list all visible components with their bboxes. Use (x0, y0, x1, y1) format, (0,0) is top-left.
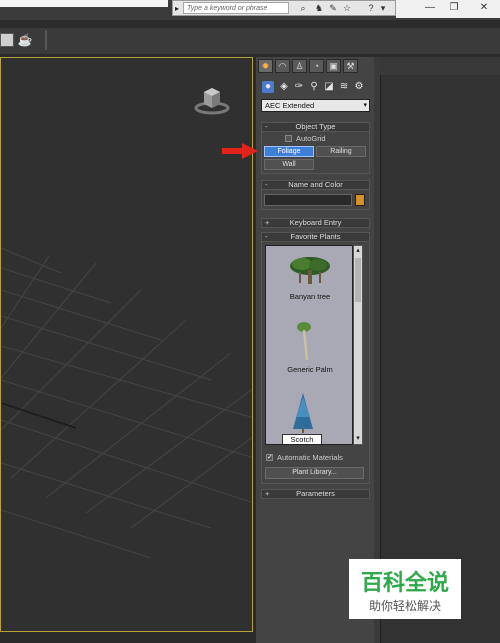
autogrid-label: AutoGrid (296, 134, 326, 143)
modify-arc-icon: ◠ (278, 61, 287, 71)
plant-list-scrollbar[interactable]: ▴ ▾ (353, 245, 363, 445)
favorites-star-icon[interactable]: ☆ (341, 2, 353, 14)
wall-button[interactable]: Wall (264, 159, 314, 170)
favorite-plants-rollout-header[interactable]: - Favorite Plants (261, 232, 370, 242)
geometry-sphere-icon[interactable]: ● (262, 81, 274, 93)
name-color-title: Name and Color (288, 180, 343, 189)
rollout-collapse-sign: - (265, 122, 268, 131)
name-color-rollout-header[interactable]: - Name and Color (261, 180, 370, 190)
subscription-icon[interactable]: ♞ (313, 2, 325, 14)
close-button[interactable]: ✕ (474, 1, 494, 15)
render-teapot-icon[interactable]: ☕ (16, 32, 34, 48)
pine-tree-icon (293, 393, 313, 433)
tab-modify[interactable]: ◠ (275, 59, 290, 73)
keyboard-entry-title: Keyboard Entry (289, 218, 342, 227)
minimize-button[interactable]: — (420, 1, 440, 15)
list-item[interactable]: Scotch Pine (266, 391, 352, 444)
search-input[interactable]: Type a keyword or phrase (183, 2, 289, 14)
watermark-subtitle: 助你轻松解决 (368, 599, 441, 613)
space-warps-icon[interactable]: ≋ (338, 81, 350, 93)
infocenter-toolbar: ▸ Type a keyword or phrase ⌕ ♞ ✎ ☆ ? ▾ (172, 0, 396, 16)
side-panel-header (380, 57, 500, 75)
plant-library-button[interactable]: Plant Library... (265, 467, 364, 479)
motion-clock-icon: ◔ (313, 61, 320, 71)
help-icon[interactable]: ? (365, 2, 377, 14)
watermark-logo: 百科全说 助你轻松解决 (349, 559, 461, 619)
cameras-icon[interactable]: ⚲ (308, 81, 320, 93)
display-monitor-icon: ▣ (329, 61, 338, 71)
autogrid-checkbox[interactable] (285, 135, 292, 142)
restore-button[interactable]: ❐ (444, 1, 464, 15)
railing-button[interactable]: Railing (316, 146, 366, 157)
plant-label: Generic Palm (287, 365, 333, 374)
viewport-grid (1, 247, 252, 559)
helpers-icon[interactable]: ◪ (323, 81, 335, 93)
create-sun-icon: ✹ (261, 61, 270, 71)
object-type-rollout-header[interactable]: - Object Type (261, 122, 370, 132)
rollout-expand-sign: + (265, 489, 270, 498)
plant-label-selected: Scotch Pine (282, 434, 322, 444)
shapes-icon[interactable]: ◈ (278, 81, 290, 93)
communication-center-icon[interactable]: ✎ (327, 2, 339, 14)
rollout-expand-sign: + (265, 218, 270, 227)
systems-icon[interactable]: ⚙ (353, 81, 365, 93)
plant-label: Banyan tree (289, 292, 331, 301)
chevron-down-icon: ▾ (363, 102, 367, 109)
binoculars-icon[interactable]: ⌕ (297, 2, 309, 14)
tab-utilities[interactable]: ⚒ (343, 59, 358, 73)
toolbar-separator (45, 30, 47, 50)
hierarchy-icon: ♙ (295, 61, 304, 71)
tab-display[interactable]: ▣ (326, 59, 341, 73)
banyan-tree-icon (290, 257, 330, 284)
list-item[interactable]: Generic Palm (266, 318, 352, 374)
watermark-title: 百科全说 (360, 570, 449, 595)
parameters-rollout-header[interactable]: + Parameters (261, 489, 370, 499)
parameters-title: Parameters (296, 489, 335, 498)
object-name-field[interactable] (264, 194, 352, 206)
window-controls: — ❐ ✕ (396, 0, 500, 18)
automatic-materials-checkbox[interactable]: ✓ (266, 454, 273, 461)
lights-icon[interactable]: ✑ (293, 81, 305, 93)
expand-arrow-icon[interactable]: ▸ (175, 3, 183, 14)
utilities-hammer-icon: ⚒ (346, 61, 355, 71)
tab-hierarchy[interactable]: ♙ (292, 59, 307, 73)
palm-tree-icon (297, 322, 311, 361)
favorite-plants-title: Favorite Plants (290, 232, 341, 241)
scroll-up-arrow-icon[interactable]: ▴ (354, 246, 362, 256)
render-frame-icon[interactable] (0, 33, 14, 47)
side-panel (380, 75, 500, 643)
object-type-title: Object Type (295, 122, 336, 131)
viewcube-icon[interactable] (192, 78, 232, 118)
plant-list[interactable]: Banyan tree Generic Palm Scotch Pine (265, 245, 353, 445)
main-toolbar (0, 28, 500, 55)
list-item[interactable]: Banyan tree (266, 252, 352, 302)
scroll-thumb[interactable] (355, 258, 361, 302)
perspective-viewport[interactable] (0, 57, 253, 632)
object-color-swatch[interactable] (355, 194, 365, 206)
help-dropdown-icon[interactable]: ▾ (377, 2, 389, 14)
keyboard-entry-rollout-header[interactable]: + Keyboard Entry (261, 218, 370, 228)
red-pointer-arrow-icon (222, 143, 258, 159)
tab-create[interactable]: ✹ (258, 59, 273, 73)
foliage-button[interactable]: Foliage (264, 146, 314, 157)
tab-motion[interactable]: ◔ (309, 59, 324, 73)
category-dropdown-value: AEC Extended (265, 101, 315, 110)
rollout-collapse-sign: - (265, 232, 268, 241)
title-bar-left (0, 0, 168, 7)
automatic-materials-label: Automatic Materials (277, 453, 343, 462)
category-dropdown[interactable]: AEC Extended ▾ (261, 99, 370, 112)
scroll-down-arrow-icon[interactable]: ▾ (354, 434, 362, 444)
rollout-collapse-sign: - (265, 180, 268, 189)
